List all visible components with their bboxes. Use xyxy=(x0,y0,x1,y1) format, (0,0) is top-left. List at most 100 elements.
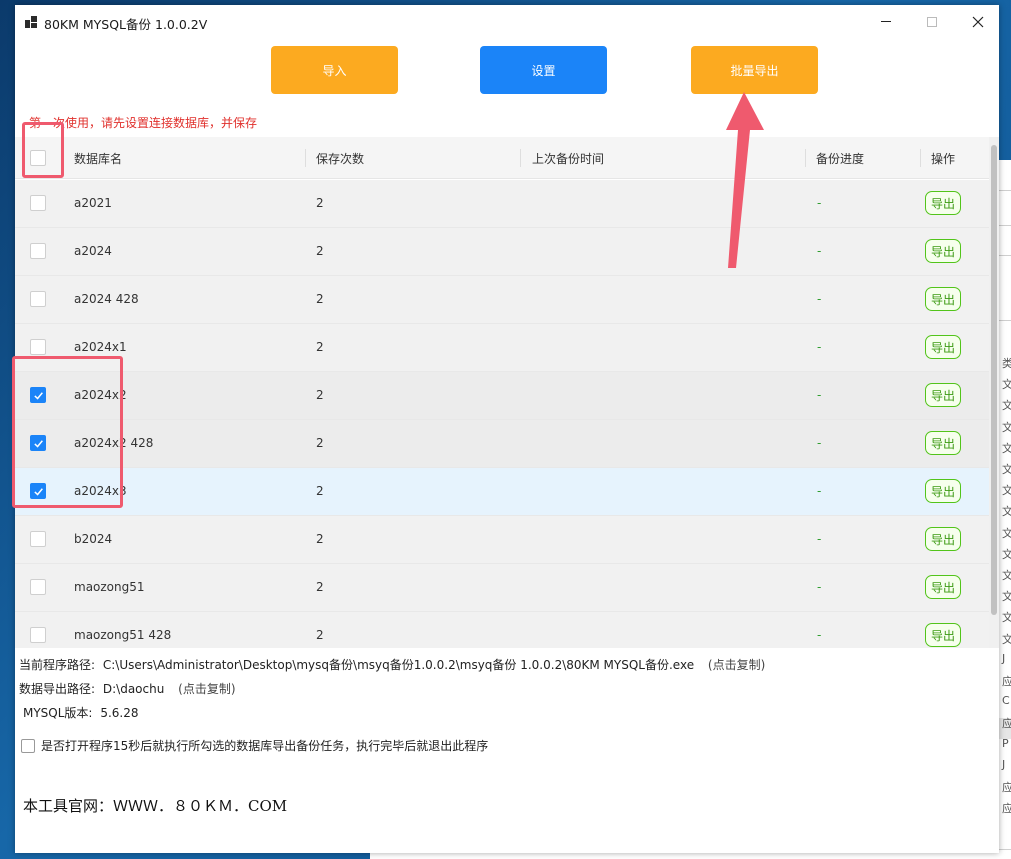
table-row[interactable]: a2024 2 - 导出 xyxy=(15,228,989,276)
row-checkbox[interactable] xyxy=(30,627,46,643)
background-window-line: 文 xyxy=(1002,631,1011,647)
maximize-button[interactable] xyxy=(909,5,955,38)
export-path-value[interactable]: D:\daochu xyxy=(103,682,164,696)
annotation-select-all-highlight xyxy=(22,122,64,178)
minimize-button[interactable] xyxy=(863,5,909,38)
table-row[interactable]: maozong51 428 2 - 导出 xyxy=(15,612,989,648)
save-count-cell: 2 xyxy=(316,388,324,402)
mysql-version-info: MYSQL版本: 5.6.28 xyxy=(23,704,138,721)
annotation-checked-rows-highlight xyxy=(12,356,123,508)
maximize-icon xyxy=(927,16,937,27)
background-window-line: 类 xyxy=(1002,355,1011,371)
row-export-button[interactable]: 导出 xyxy=(925,431,961,455)
row-checkbox[interactable] xyxy=(30,579,46,595)
background-window-line: J xyxy=(1002,651,1006,665)
export-path-copy-hint[interactable]: (点击复制) xyxy=(178,682,235,696)
row-export-button[interactable]: 导出 xyxy=(925,335,961,359)
row-checkbox[interactable] xyxy=(30,291,46,307)
background-window-line: 文 xyxy=(1002,567,1011,583)
table-row[interactable]: a2024x2 428 2- 导出 xyxy=(15,420,989,468)
program-path-info[interactable]: 当前程序路径: C:\Users\Administrator\Desktop\m… xyxy=(19,656,765,673)
import-button[interactable]: 导入 xyxy=(271,46,398,94)
program-path-value[interactable]: C:\Users\Administrator\Desktop\mysq备份\ms… xyxy=(103,658,694,672)
save-count-cell: 2 xyxy=(316,196,324,210)
column-divider[interactable] xyxy=(920,149,921,167)
database-table: 数据库名 保存次数 上次备份时间 备份进度 操作 a2021 2 - 导出 a2024 2… xyxy=(15,137,989,648)
backup-progress-cell: - xyxy=(817,484,822,498)
column-header-name[interactable]: 数据库名 xyxy=(74,150,122,167)
batch-export-button[interactable]: 批量导出 xyxy=(691,46,818,94)
mysql-version-label: MYSQL版本: xyxy=(23,706,93,720)
scrollbar-thumb[interactable] xyxy=(991,145,997,615)
background-window-line: 应 xyxy=(1002,779,1011,795)
background-window[interactable]: 类文文文文文文文文文文文文文J应C应PJ应应 xyxy=(998,160,1011,850)
background-window-line: 文 xyxy=(1002,440,1011,456)
row-checkbox[interactable] xyxy=(30,531,46,547)
auto-run-checkbox[interactable] xyxy=(21,738,35,753)
table-row[interactable]: a2024x1 2 - 导出 xyxy=(15,324,989,372)
background-window-line: 应 xyxy=(1002,715,1011,731)
background-window-line: 文 xyxy=(1002,525,1011,541)
background-window-divider xyxy=(999,320,1011,321)
column-divider[interactable] xyxy=(805,149,806,167)
backup-progress-cell: - xyxy=(817,580,822,594)
database-name-cell: a2024x1 xyxy=(74,340,127,354)
save-count-cell: 2 xyxy=(316,292,324,306)
close-button[interactable] xyxy=(955,5,1001,38)
table-row[interactable]: a2024x2 2- 导出 xyxy=(15,372,989,420)
row-export-button[interactable]: 导出 xyxy=(925,479,961,503)
mysql-version-value: 5.6.28 xyxy=(100,706,139,720)
background-window-line: 文 xyxy=(1002,609,1011,625)
row-export-button[interactable]: 导出 xyxy=(925,383,961,407)
table-row[interactable]: a2024 428 2 - 导出 xyxy=(15,276,989,324)
auto-run-label: 是否打开程序15秒后就执行所勾选的数据库导出备份任务，执行完毕后就退出此程序 xyxy=(41,739,489,753)
database-name-cell: a2021 xyxy=(74,196,112,210)
save-count-cell: 2 xyxy=(316,436,324,450)
export-path-info[interactable]: 数据导出路径: D:\daochu (点击复制) xyxy=(19,680,236,697)
column-divider[interactable] xyxy=(305,149,306,167)
column-header-last-backup[interactable]: 上次备份时间 xyxy=(532,150,604,167)
background-window-line: 文 xyxy=(1002,503,1011,519)
row-export-button[interactable]: 导出 xyxy=(925,191,961,215)
title-bar[interactable]: 80KM MYSQL备份 1.0.0.2V xyxy=(15,5,999,38)
column-divider[interactable] xyxy=(520,149,521,167)
background-window-divider xyxy=(999,255,1011,256)
background-window-divider xyxy=(999,190,1011,191)
save-count-cell: 2 xyxy=(316,244,324,258)
program-path-copy-hint[interactable]: (点击复制) xyxy=(708,658,765,672)
backup-progress-cell: - xyxy=(817,388,822,402)
minimize-icon xyxy=(881,21,891,22)
table-row[interactable]: a2021 2 - 导出 xyxy=(15,180,989,228)
row-export-button[interactable]: 导出 xyxy=(925,239,961,263)
website-link[interactable]: 本工具官网：ＷＷＷ．８０ＫＭ．COM xyxy=(23,795,287,816)
row-checkbox[interactable] xyxy=(30,339,46,355)
auto-run-option[interactable]: 是否打开程序15秒后就执行所勾选的数据库导出备份任务，执行完毕后就退出此程序 xyxy=(21,737,488,754)
backup-progress-cell: - xyxy=(817,340,822,354)
row-export-button[interactable]: 导出 xyxy=(925,527,961,551)
table-row[interactable]: maozong51 2 - 导出 xyxy=(15,564,989,612)
column-header-action[interactable]: 操作 xyxy=(931,150,955,167)
row-export-button[interactable]: 导出 xyxy=(925,623,961,647)
background-window-line: 文 xyxy=(1002,461,1011,477)
row-checkbox[interactable] xyxy=(30,243,46,259)
column-header-count[interactable]: 保存次数 xyxy=(316,150,364,167)
table-row[interactable]: a2024x3 2- 导出 xyxy=(15,468,989,516)
row-export-button[interactable]: 导出 xyxy=(925,575,961,599)
settings-button[interactable]: 设置 xyxy=(480,46,607,94)
window-title: 80KM MYSQL备份 1.0.0.2V xyxy=(44,17,208,32)
background-window-line: 文 xyxy=(1002,419,1011,435)
program-path-label: 当前程序路径: xyxy=(19,658,96,672)
database-name-cell: maozong51 428 xyxy=(74,628,172,642)
table-row[interactable]: b2024 2 - 导出 xyxy=(15,516,989,564)
background-window-line: 文 xyxy=(1002,376,1011,392)
row-export-button[interactable]: 导出 xyxy=(925,287,961,311)
table-scrollbar[interactable] xyxy=(989,137,999,648)
save-count-cell: 2 xyxy=(316,580,324,594)
database-name-cell: b2024 xyxy=(74,532,113,546)
row-checkbox[interactable] xyxy=(30,195,46,211)
column-header-progress[interactable]: 备份进度 xyxy=(816,150,864,167)
database-name-cell: a2024 428 xyxy=(74,292,139,306)
background-window-line: 应 xyxy=(1002,673,1011,689)
background-window-line: 文 xyxy=(1002,546,1011,562)
backup-progress-cell: - xyxy=(817,436,822,450)
